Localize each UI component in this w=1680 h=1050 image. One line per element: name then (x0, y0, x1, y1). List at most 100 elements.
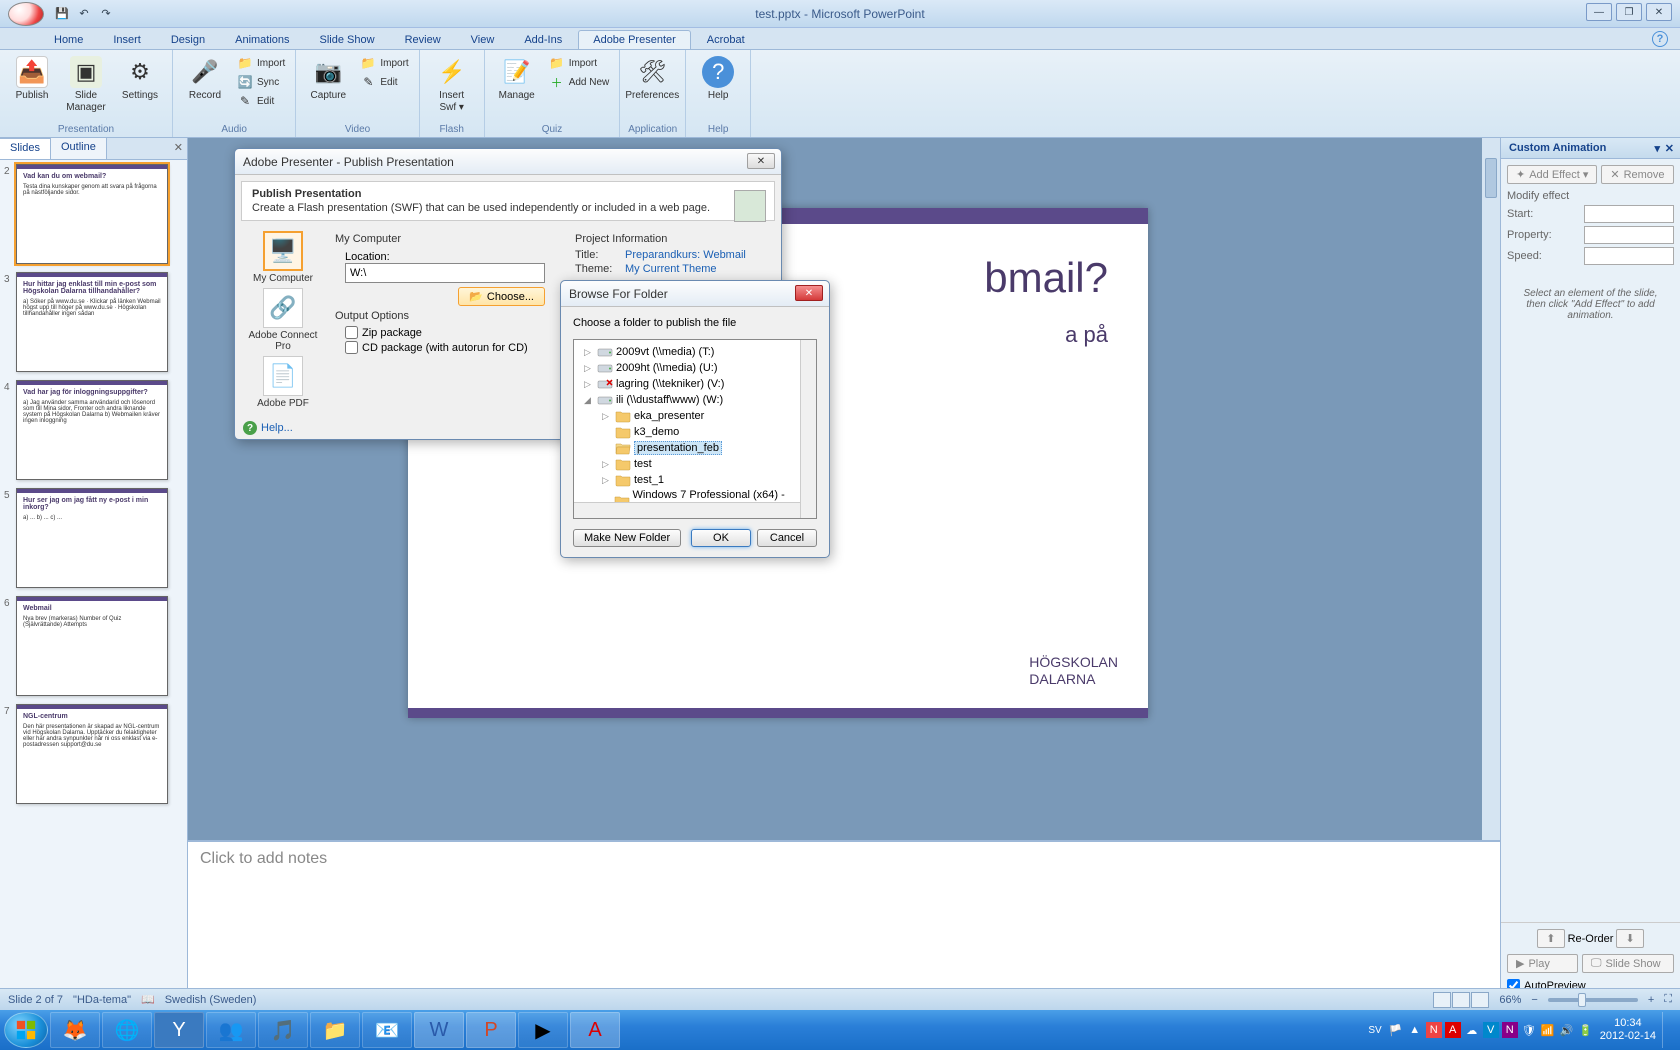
normal-view-button[interactable] (1433, 992, 1451, 1008)
video-edit-button[interactable]: ✎Edit (358, 73, 410, 91)
task-word[interactable]: W (414, 1012, 464, 1048)
target-pdf[interactable]: 📄Adobe PDF (257, 356, 309, 409)
tab-acrobat[interactable]: Acrobat (693, 31, 759, 49)
outline-tab[interactable]: Outline (51, 138, 107, 159)
tray-adobe-icon[interactable]: A (1445, 1022, 1461, 1038)
chevron-down-icon[interactable]: ▾ (1654, 142, 1660, 155)
tree-hscroll[interactable] (574, 502, 800, 518)
tray-video-icon[interactable]: V (1483, 1022, 1499, 1038)
show-desktop-button[interactable] (1662, 1012, 1670, 1048)
audio-sync-button[interactable]: 🔄Sync (235, 73, 287, 91)
tab-design[interactable]: Design (157, 31, 219, 49)
tray-cloud-icon[interactable]: ☁ (1464, 1022, 1480, 1038)
redo-icon[interactable]: ↷ (96, 4, 116, 24)
tab-adobe-presenter[interactable]: Adobe Presenter (578, 30, 691, 49)
reorder-up-button[interactable]: ⬆ (1537, 929, 1564, 948)
tray-shield-icon[interactable]: 🛡 (1521, 1022, 1537, 1038)
task-yammer[interactable]: Y (154, 1012, 204, 1048)
close-button[interactable]: ✕ (1646, 3, 1672, 21)
expand-icon[interactable]: ▷ (584, 347, 594, 358)
capture-button[interactable]: 📷Capture (304, 54, 352, 104)
undo-icon[interactable]: ↶ (74, 4, 94, 24)
slide-thumbnail[interactable]: Vad kan du om webmail? Testa dina kunska… (16, 164, 168, 264)
make-new-folder-button[interactable]: Make New Folder (573, 529, 681, 547)
insert-swf-button[interactable]: ⚡Insert Swf ▾ (428, 54, 476, 116)
tray-app-icon[interactable]: N (1426, 1022, 1442, 1038)
tray-network-icon[interactable]: 📶 (1540, 1022, 1556, 1038)
sorter-view-button[interactable] (1452, 992, 1470, 1008)
office-button[interactable] (8, 2, 44, 26)
remove-effect-button[interactable]: ✕Remove (1601, 165, 1673, 184)
task-outlook[interactable]: 📧 (362, 1012, 412, 1048)
fit-button[interactable]: ⛶ (1664, 993, 1672, 1006)
tray-lang[interactable]: SV (1368, 1025, 1381, 1036)
pi-theme-link[interactable]: My Current Theme (625, 263, 717, 275)
tab-animations[interactable]: Animations (221, 31, 303, 49)
tray-onenote-icon[interactable]: N (1502, 1022, 1518, 1038)
start-button[interactable] (4, 1012, 48, 1048)
target-my-computer[interactable]: 🖥️My Computer (253, 231, 313, 284)
tray-battery-icon[interactable]: 🔋 (1578, 1022, 1594, 1038)
expand-icon[interactable]: ◢ (584, 395, 594, 406)
expand-icon[interactable]: ▷ (602, 459, 612, 470)
audio-import-button[interactable]: 📁Import (235, 54, 287, 72)
slides-tab[interactable]: Slides (0, 138, 51, 159)
slide-thumbnail[interactable]: Vad har jag för inloggningsuppgifter? a)… (16, 380, 168, 480)
notes-pane[interactable]: Click to add notes (188, 840, 1500, 1000)
reorder-down-button[interactable]: ⬇ (1616, 929, 1643, 948)
tab-review[interactable]: Review (391, 31, 455, 49)
manage-quiz-button[interactable]: 📝Manage (493, 54, 541, 104)
panel-close-icon[interactable]: ✕ (174, 141, 183, 154)
zip-checkbox[interactable]: Zip package (345, 326, 545, 339)
start-select[interactable] (1584, 205, 1674, 223)
task-ie[interactable]: 🌐 (102, 1012, 152, 1048)
cd-checkbox[interactable]: CD package (with autorun for CD) (345, 341, 545, 354)
slide-manager-button[interactable]: ▣Slide Manager (62, 54, 110, 116)
audio-edit-button[interactable]: ✎Edit (235, 92, 287, 110)
folder-tree[interactable]: ▷2009vt (\\media) (T:)▷2009ht (\\media) … (573, 339, 817, 519)
choose-button[interactable]: 📂Choose... (458, 287, 545, 306)
expand-icon[interactable]: ▷ (602, 475, 612, 486)
publish-dialog-title[interactable]: Adobe Presenter - Publish Presentation✕ (235, 149, 781, 175)
thumbnails-list[interactable]: 2 Vad kan du om webmail? Testa dina kuns… (0, 160, 187, 1000)
speed-select[interactable] (1584, 247, 1674, 265)
video-import-button[interactable]: 📁Import (358, 54, 410, 72)
tree-vscroll[interactable] (800, 340, 816, 518)
tree-item[interactable]: ▷lagring (\\tekniker) (V:) (576, 376, 814, 392)
tab-view[interactable]: View (457, 31, 509, 49)
expand-icon[interactable]: ▷ (584, 379, 594, 390)
slide-thumbnail[interactable]: NGL-centrum Den här presentationen är sk… (16, 704, 168, 804)
help-icon[interactable]: ? (1652, 31, 1668, 47)
task-itunes[interactable]: 🎵 (258, 1012, 308, 1048)
restore-button[interactable]: ❐ (1616, 3, 1642, 21)
tray-flag-icon[interactable]: 🏳️ (1388, 1022, 1404, 1038)
spellcheck-icon[interactable]: 📖 (141, 993, 155, 1006)
tray-up-icon[interactable]: ▲ (1407, 1022, 1423, 1038)
vertical-scrollbar[interactable] (1482, 138, 1500, 840)
slideshow-button[interactable]: 🖵Slide Show (1582, 954, 1674, 973)
browse-close-button[interactable]: ✕ (795, 285, 823, 301)
task-explorer[interactable]: 📁 (310, 1012, 360, 1048)
property-select[interactable] (1584, 226, 1674, 244)
tab-addins[interactable]: Add-Ins (510, 31, 576, 49)
ok-button[interactable]: OK (691, 529, 751, 547)
task-firefox[interactable]: 🦊 (50, 1012, 100, 1048)
tray-clock[interactable]: 10:342012-02-14 (1600, 1017, 1656, 1043)
zoom-slider[interactable] (1548, 998, 1638, 1002)
expand-icon[interactable]: ▷ (584, 363, 594, 374)
publish-close-button[interactable]: ✕ (747, 153, 775, 169)
zoom-out-button[interactable]: − (1531, 994, 1537, 1006)
tab-slideshow[interactable]: Slide Show (306, 31, 389, 49)
task-mediaplayer[interactable]: ▶ (518, 1012, 568, 1048)
cancel-button[interactable]: Cancel (757, 529, 817, 547)
tree-item[interactable]: ▷2009vt (\\media) (T:) (576, 344, 814, 360)
play-button[interactable]: ▶Play (1507, 954, 1578, 973)
tree-item[interactable]: ▷2009ht (\\media) (U:) (576, 360, 814, 376)
close-icon[interactable]: ✕ (1665, 142, 1674, 155)
minimize-button[interactable]: — (1586, 3, 1612, 21)
zoom-level[interactable]: 66% (1499, 994, 1521, 1006)
slideshow-view-button[interactable] (1471, 992, 1489, 1008)
tree-item[interactable]: k3_demo (576, 424, 814, 440)
slide-thumbnail[interactable]: Hur hittar jag enklast till min e-post s… (16, 272, 168, 372)
record-button[interactable]: 🎤Record (181, 54, 229, 104)
